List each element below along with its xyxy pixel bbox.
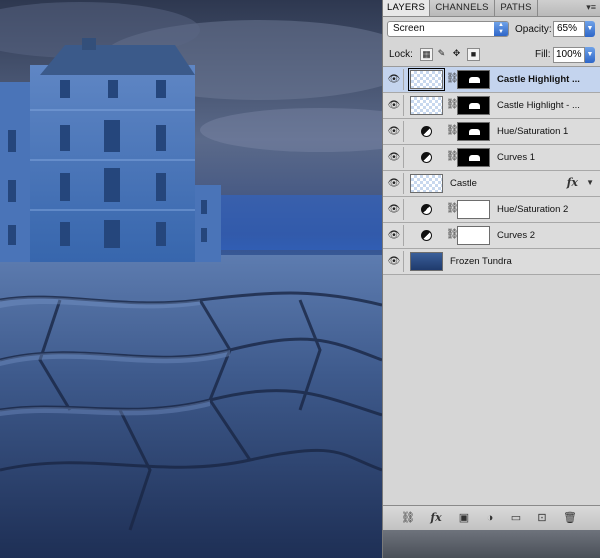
layer-thumbnail[interactable] (408, 68, 445, 91)
delete-layer-icon[interactable]: 🗑 (563, 511, 577, 525)
layer-mask-thumbnail[interactable] (457, 96, 490, 115)
layer-thumbnail[interactable] (410, 96, 443, 115)
panel-bottom-toolbar: ⛓ fx ▣ ◑ ▭ ⊡ 🗑 (383, 505, 600, 530)
layer-mask-thumbnail[interactable] (457, 200, 490, 219)
fill-dropdown-button[interactable]: ▼ (585, 47, 595, 63)
lock-all-icon[interactable]: ■ (467, 48, 480, 61)
panel-footer (383, 530, 600, 558)
adjustment-layer-icon[interactable] (421, 152, 432, 163)
layer-name: Castle (450, 178, 477, 189)
lock-move-icon[interactable]: ✥ (450, 48, 463, 61)
layer-mask-thumbnail[interactable] (457, 148, 490, 167)
opacity-input[interactable]: 65% (553, 21, 585, 37)
opacity-label: Opacity: (515, 24, 552, 35)
visibility-eye-icon[interactable]: 👁 (385, 95, 404, 116)
blend-row: Screen ▲ ▼ Opacity: 65% ▼ (383, 17, 600, 41)
layer-name: Curves 1 (497, 152, 536, 163)
new-layer-icon[interactable]: ⊡ (535, 511, 549, 525)
layer-mask-thumbnail[interactable] (457, 70, 490, 89)
layer-mask-thumbnail[interactable] (457, 122, 490, 141)
visibility-eye-icon[interactable]: 👁 (385, 173, 404, 194)
visibility-eye-icon[interactable]: 👁 (385, 199, 404, 220)
adjustment-layer-icon[interactable] (421, 204, 432, 215)
layer-row[interactable]: 👁 ⛓ Curves 2 (383, 223, 600, 249)
opacity-value: 65% (557, 23, 578, 34)
layers-panel: LAYERS CHANNELS PATHS ▾≡ Screen ▲ ▼ Opaci… (382, 0, 600, 558)
layer-row[interactable]: 👁 ⛓ Castle Highlight - ... (383, 93, 600, 119)
add-layer-style-icon[interactable]: fx (429, 511, 443, 525)
new-group-icon[interactable]: ▭ (509, 511, 523, 525)
layer-row[interactable]: 👁 Frozen Tundra (383, 249, 600, 275)
tab-paths[interactable]: PATHS (495, 0, 538, 16)
lock-transparent-icon[interactable]: ▦ (420, 48, 433, 61)
lock-paint-icon[interactable]: ✎ (435, 48, 448, 61)
layer-name: Castle Highlight - ... (497, 100, 580, 111)
layer-thumbnail[interactable] (410, 252, 443, 271)
layer-row[interactable]: 👁 Castle fx ▼ (383, 171, 600, 197)
expand-effects-icon[interactable]: ▼ (586, 178, 594, 187)
layer-row[interactable]: 👁 ⛓ Castle Highlight ... (383, 67, 600, 93)
add-mask-icon[interactable]: ▣ (457, 511, 471, 525)
layer-list-empty-area[interactable] (383, 280, 600, 505)
layer-name: Frozen Tundra (450, 256, 512, 267)
layer-list: 👁 ⛓ Castle Highlight ... 👁 ⛓ Castle High… (383, 67, 600, 275)
visibility-eye-icon[interactable]: 👁 (385, 69, 404, 90)
tab-channels[interactable]: CHANNELS (430, 0, 495, 16)
artwork-image (0, 0, 382, 558)
visibility-eye-icon[interactable]: 👁 (385, 147, 404, 168)
layer-name: Hue/Saturation 2 (497, 204, 569, 215)
blend-mode-value: Screen (393, 23, 425, 34)
fill-value: 100% (556, 49, 582, 60)
layer-name: Hue/Saturation 1 (497, 126, 569, 137)
layer-name: Castle Highlight ... (497, 74, 580, 85)
panel-tab-bar: LAYERS CHANNELS PATHS ▾≡ (383, 0, 600, 17)
layer-row[interactable]: 👁 ⛓ Hue/Saturation 1 (383, 119, 600, 145)
fill-label: Fill: (535, 49, 551, 60)
lock-label: Lock: (389, 49, 413, 60)
layer-effects-icon[interactable]: fx (567, 176, 578, 189)
link-layers-icon[interactable]: ⛓ (401, 511, 415, 525)
adjustment-layer-icon[interactable] (421, 230, 432, 241)
document-canvas[interactable] (0, 0, 382, 558)
visibility-eye-icon[interactable]: 👁 (385, 121, 404, 142)
tab-layers[interactable]: LAYERS (383, 0, 430, 16)
lock-row: Lock: ▦ ✎ ✥ ■ Fill: 100% ▼ (383, 44, 600, 67)
panel-menu-icon[interactable]: ▾≡ (586, 2, 596, 13)
adjustment-layer-icon[interactable] (421, 126, 432, 137)
visibility-eye-icon[interactable]: 👁 (385, 225, 404, 246)
layer-thumbnail[interactable] (410, 174, 443, 193)
layer-row[interactable]: 👁 ⛓ Hue/Saturation 2 (383, 197, 600, 223)
opacity-dropdown-button[interactable]: ▼ (585, 21, 595, 37)
select-arrows-icon: ▲ ▼ (494, 22, 508, 36)
layer-mask-thumbnail[interactable] (457, 226, 490, 245)
layer-row[interactable]: 👁 ⛓ Curves 1 (383, 145, 600, 171)
layer-name: Curves 2 (497, 230, 536, 241)
fill-input[interactable]: 100% (553, 47, 585, 63)
blend-mode-select[interactable]: Screen ▲ ▼ (387, 21, 509, 37)
visibility-eye-icon[interactable]: 👁 (385, 251, 404, 272)
new-adjustment-layer-icon[interactable]: ◑ (483, 511, 497, 525)
